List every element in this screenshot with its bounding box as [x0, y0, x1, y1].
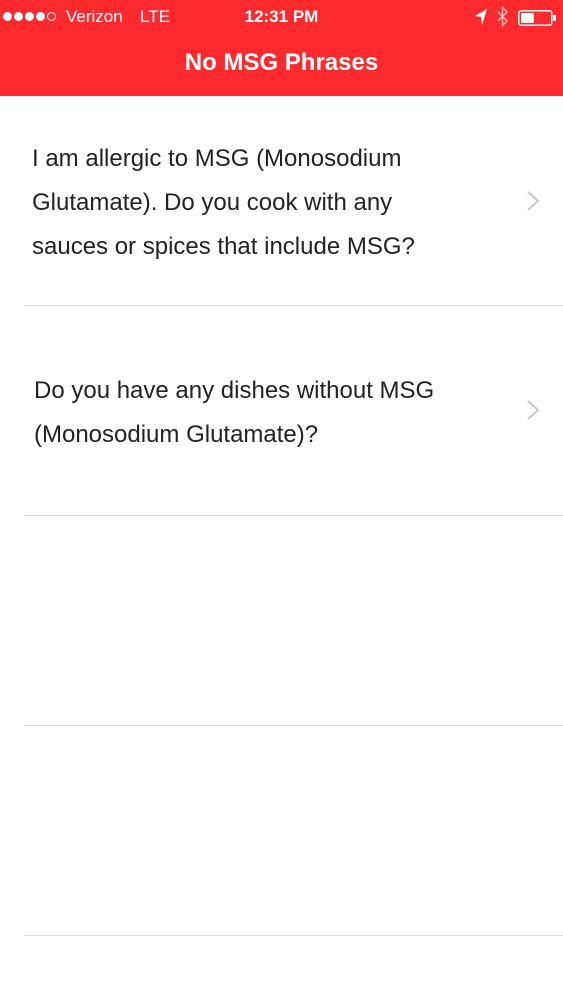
chevron-right-icon: [527, 191, 540, 211]
chevron-right-icon: [527, 400, 540, 420]
phrase-row[interactable]: I am allergic to MSG (Monosodium Glutama…: [0, 96, 563, 306]
navigation-header: Verizon LTE 12:31 PM No MSG Phrases: [0, 0, 563, 96]
phrase-text: I am allergic to MSG (Monosodium Glutama…: [32, 145, 415, 260]
empty-row: [0, 516, 563, 726]
location-arrow-icon: [475, 9, 487, 25]
status-bar: Verizon LTE 12:31 PM: [0, 0, 563, 34]
empty-row: [0, 726, 563, 936]
phrase-text: Do you have any dishes without MSG (Mono…: [34, 377, 435, 448]
bluetooth-icon: [497, 6, 508, 27]
phrase-row[interactable]: Do you have any dishes without MSG (Mono…: [0, 306, 563, 516]
battery-icon: [518, 10, 556, 26]
row-separator: [24, 935, 563, 936]
page-title: No MSG Phrases: [184, 49, 379, 76]
